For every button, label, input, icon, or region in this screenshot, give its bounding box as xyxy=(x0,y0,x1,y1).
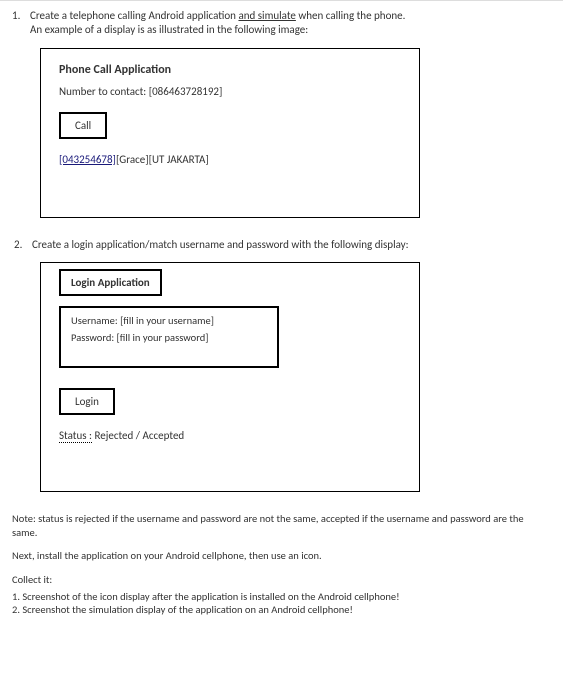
collect-item-2: 2. Screenshot the simulation display of … xyxy=(12,603,551,616)
q2-app-title: Login Application xyxy=(59,269,162,296)
q1-number-label: Number to contact: [086463728192] xyxy=(59,85,401,98)
status-label: Status : xyxy=(59,429,92,443)
q2-text: Create a login application/match usernam… xyxy=(32,238,551,252)
q1-text-c: when calling the phone. xyxy=(296,9,406,22)
q1-text-a: Create a telephone calling Android appli… xyxy=(30,9,238,22)
question-1: 1. Create a telephone calling Android ap… xyxy=(12,9,551,38)
result-phone-link: [043254678] xyxy=(59,153,116,166)
q2-status-line: Status : Rejected / Accepted xyxy=(59,429,401,442)
collect-list: 1. Screenshot of the icon display after … xyxy=(12,590,551,616)
note-status: Note: status is rejected if the username… xyxy=(12,512,551,539)
q1-line1: Create a telephone calling Android appli… xyxy=(30,9,551,23)
login-button: Login xyxy=(59,388,115,415)
q2-number: 2. xyxy=(14,238,32,252)
question-2: 2. Create a login application/match user… xyxy=(14,238,551,252)
collect-title: Collect it: xyxy=(12,573,551,587)
notes-section: Note: status is rejected if the username… xyxy=(12,512,551,617)
q2-mockup: Login Application Username: [fill in you… xyxy=(40,262,420,492)
q1-text-underlined: and simulate xyxy=(238,9,295,22)
q1-result-line: [043254678][Grace][UT JAKARTA] xyxy=(59,153,401,166)
q1-body: Create a telephone calling Android appli… xyxy=(30,9,551,38)
note-install: Next, install the application on your An… xyxy=(12,549,551,563)
credentials-box: Username: [fill in your username] Passwo… xyxy=(59,306,279,368)
q1-line2: An example of a display is as illustrate… xyxy=(30,23,551,37)
password-line: Password: [fill in your password] xyxy=(71,331,267,344)
q1-app-title: Phone Call Application xyxy=(59,63,401,77)
call-button: Call xyxy=(59,112,107,139)
status-value: Rejected / Accepted xyxy=(92,429,184,442)
collect-item-1: 1. Screenshot of the icon display after … xyxy=(12,590,551,603)
q1-number: 1. xyxy=(12,9,30,38)
q1-mockup: Phone Call Application Number to contact… xyxy=(40,48,420,218)
username-line: Username: [fill in your username] xyxy=(71,314,267,327)
result-name-text: [Grace][UT JAKARTA] xyxy=(116,153,209,166)
